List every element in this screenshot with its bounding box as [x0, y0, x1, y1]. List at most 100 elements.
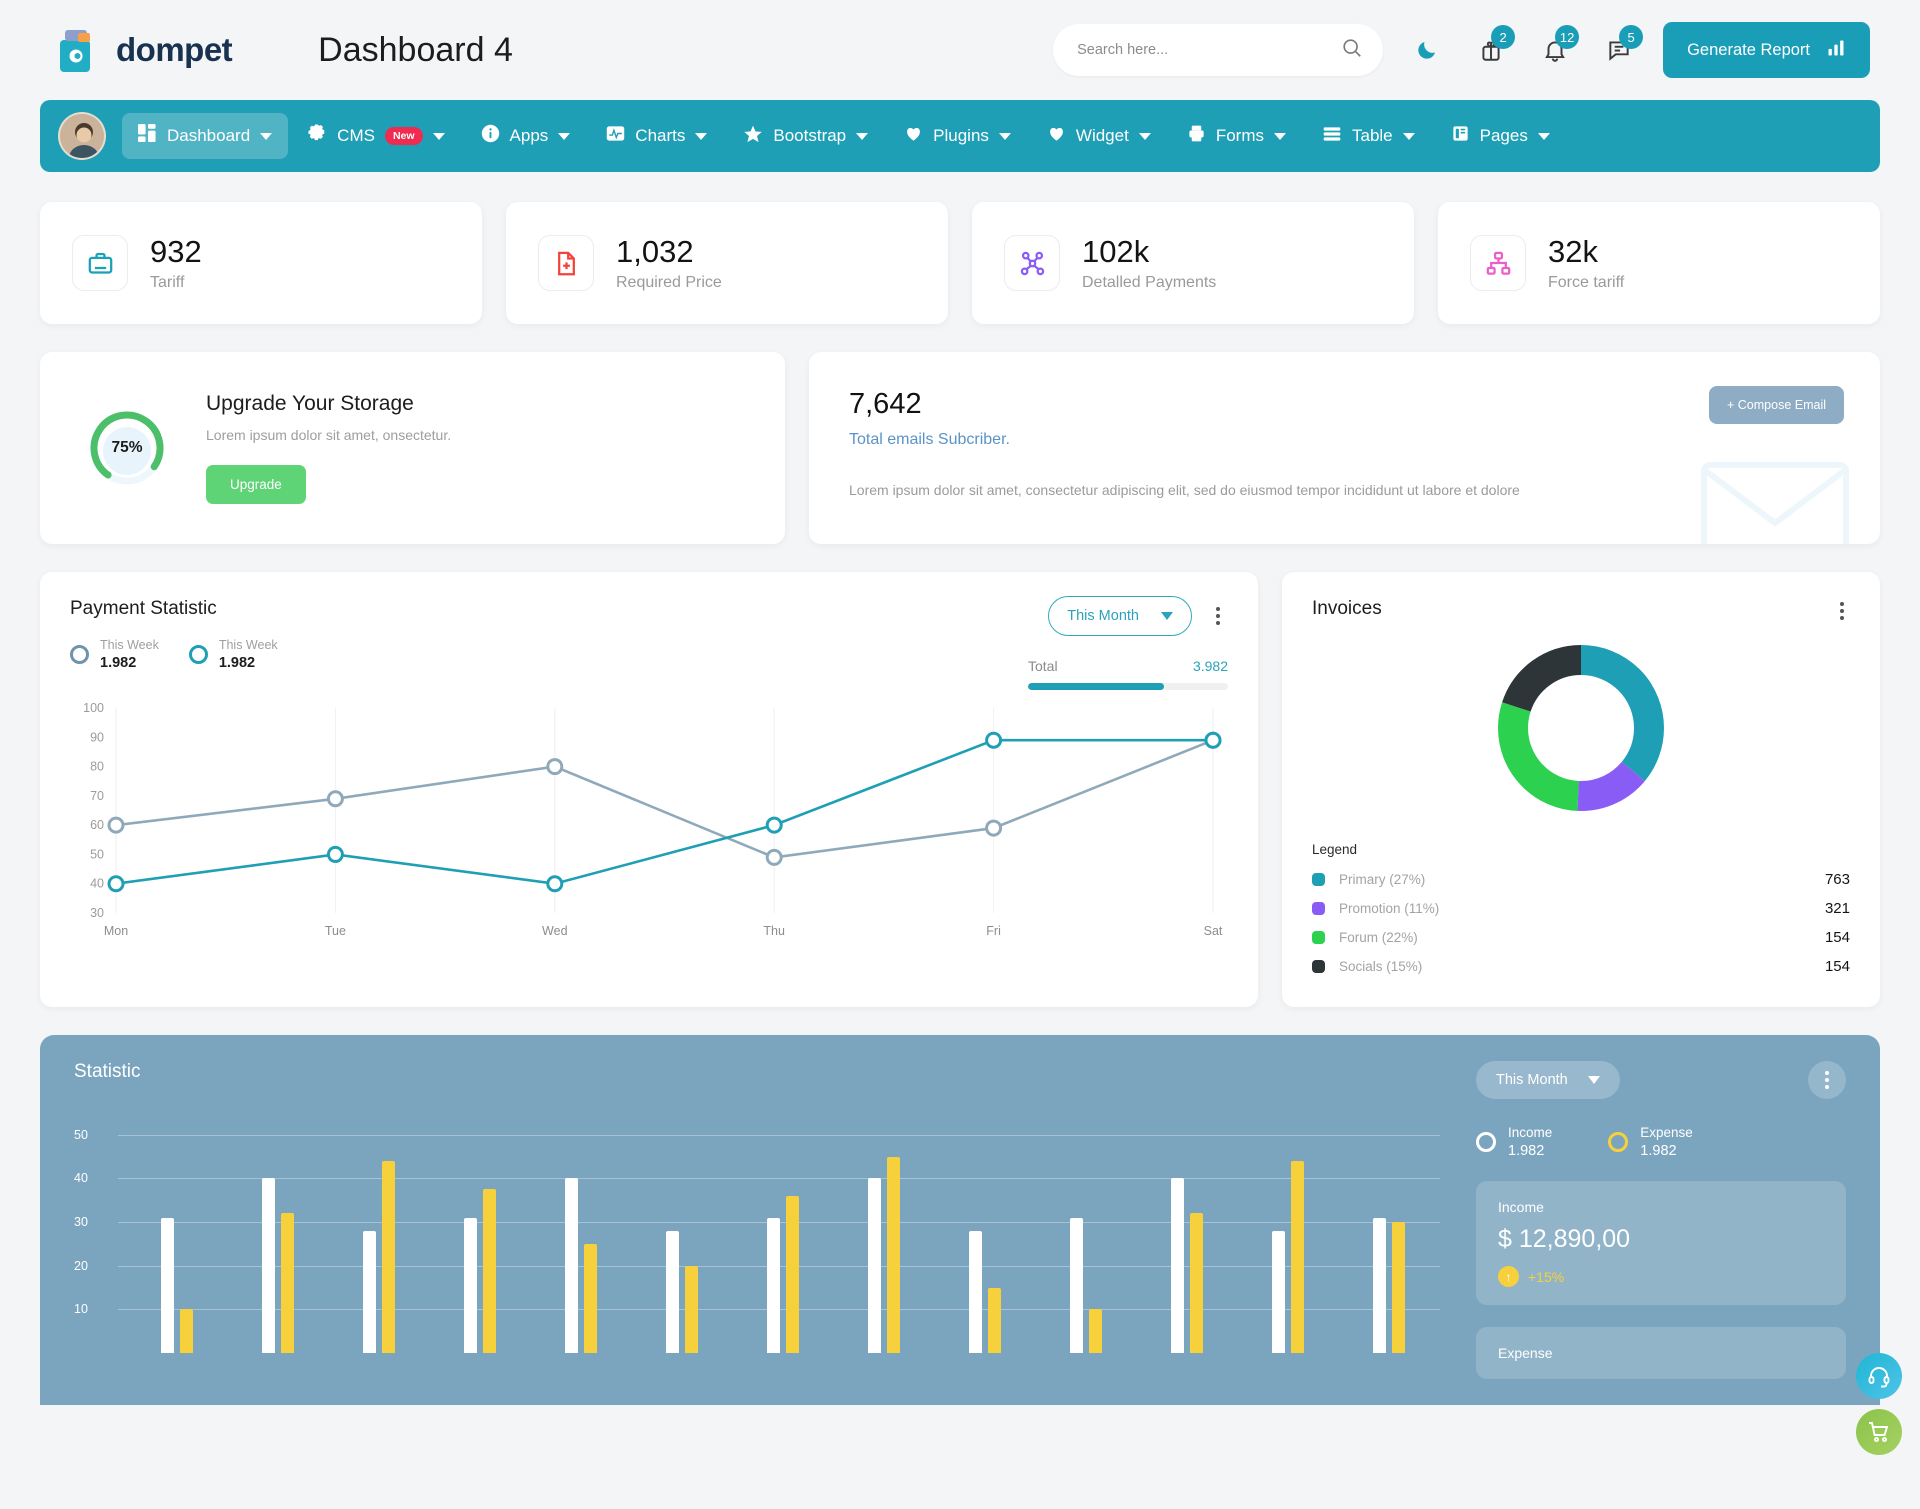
legend-ring-icon — [1476, 1132, 1496, 1152]
legend-item[interactable]: This Week 1.982 — [188, 636, 278, 672]
message-badge: 5 — [1619, 25, 1644, 49]
shopping-cart-icon[interactable] — [1856, 1409, 1902, 1455]
moon-icon[interactable] — [1407, 30, 1447, 70]
income-value: $ 12,890,00 — [1498, 1225, 1631, 1253]
chevron-down-icon — [1402, 132, 1415, 140]
chevron-down-icon — [1274, 132, 1286, 140]
payment-more-menu[interactable] — [1208, 601, 1228, 631]
nav-item-bootstrap[interactable]: Bootstrap — [727, 113, 884, 160]
nav-item-apps[interactable]: Apps — [465, 113, 587, 159]
legend-item[interactable]: This Week 1.982 — [70, 636, 159, 672]
storage-progress-ring: 75% — [84, 405, 170, 491]
statistic-bar-chart: 10 20 30 40 50 — [74, 1113, 1450, 1353]
stat-card-detailed-payments[interactable]: 102k Detalled Payments — [972, 202, 1414, 324]
bar — [887, 1156, 901, 1353]
svg-text:Wed: Wed — [542, 924, 568, 938]
generate-report-button[interactable]: Generate Report — [1663, 22, 1870, 78]
search-icon[interactable] — [1341, 37, 1363, 64]
statistic-legend: Income 1.982 Expense 1.982 — [1476, 1125, 1846, 1159]
search-box[interactable] — [1053, 24, 1384, 76]
legend-row[interactable]: Primary (27%) 763 — [1312, 871, 1850, 888]
network-icon — [1004, 235, 1060, 291]
legend-color-dot — [1312, 873, 1325, 886]
bar — [261, 1178, 275, 1353]
statistic-title: Statistic — [74, 1061, 141, 1082]
legend-value: 1.982 — [100, 655, 137, 671]
nav-item-forms[interactable]: Forms — [1171, 113, 1302, 159]
bar-group — [126, 1217, 227, 1353]
total-label: Total — [1028, 658, 1058, 674]
stat-label: Required Price — [616, 274, 722, 292]
pulse-icon — [606, 124, 625, 148]
bar — [868, 1178, 882, 1353]
invoices-more-menu[interactable] — [1832, 596, 1852, 626]
bell-badge: 12 — [1555, 25, 1580, 49]
invoices-legend: Primary (27%) 763 Promotion (11%) 321 Forum … — [1312, 871, 1850, 975]
svg-text:60: 60 — [90, 818, 104, 832]
briefcase-icon — [72, 235, 128, 291]
message-icon[interactable]: 5 — [1599, 25, 1644, 70]
legend-header: Legend — [1312, 842, 1358, 857]
legend-label: Socials (15%) — [1339, 959, 1423, 974]
bar — [767, 1217, 780, 1353]
statistic-period-select[interactable]: This Month — [1476, 1061, 1620, 1099]
stat-label: Force tariff — [1548, 274, 1625, 292]
nav-item-widget[interactable]: Widget — [1031, 113, 1167, 159]
legend-label: Income — [1508, 1125, 1553, 1140]
legend-row[interactable]: Forum (22%) 154 — [1312, 929, 1850, 946]
search-input[interactable] — [1077, 42, 1342, 58]
bar — [381, 1161, 395, 1353]
nav-item-dashboard[interactable]: Dashboard — [122, 113, 289, 159]
avatar[interactable] — [58, 112, 106, 160]
legend-row[interactable]: Promotion (11%) 321 — [1312, 900, 1850, 917]
statistic-more-menu[interactable] — [1808, 1061, 1846, 1099]
total-value: 3.982 — [1192, 658, 1228, 674]
nav-item-pages[interactable]: Pages — [1435, 113, 1566, 159]
bar — [684, 1265, 698, 1353]
payment-statistic-card: Payment Statistic This Week 1.982 This W… — [40, 572, 1258, 1007]
payment-line-chart: 30 40 50 60 70 80 90 100 Mon Tue Wed Thu Fri Sat — [70, 698, 1228, 948]
file-plus-icon — [538, 235, 594, 291]
grid-icon — [138, 124, 157, 148]
bar — [665, 1230, 679, 1353]
invoices-card: Invoices Legend Primary (27%) 763 Promotio… — [1282, 572, 1880, 1007]
nav-item-table[interactable]: Table — [1306, 113, 1431, 160]
email-count: 7,642 — [849, 388, 922, 420]
stat-card-tariff[interactable]: 932 Tariff — [40, 202, 482, 324]
bar — [1070, 1217, 1084, 1353]
svg-text:50: 50 — [90, 847, 104, 861]
compose-email-button[interactable]: + Compose Email — [1709, 386, 1844, 424]
heart-icon — [1047, 124, 1066, 148]
legend-row[interactable]: Socials (15%) 154 — [1312, 958, 1850, 975]
axis-tick-label: 10 — [74, 1302, 88, 1317]
legend-item-expense[interactable]: Expense 1.982 — [1608, 1125, 1693, 1159]
stat-value: 932 — [150, 233, 202, 269]
svg-text:100: 100 — [83, 701, 104, 715]
stat-card-force-tariff[interactable]: 32k Force tariff — [1438, 202, 1880, 324]
bar — [583, 1243, 597, 1353]
legend-item-income[interactable]: Income 1.982 — [1476, 1125, 1552, 1159]
total-progress-bar — [1028, 683, 1228, 690]
support-headset-icon[interactable] — [1856, 1353, 1902, 1399]
bar — [1373, 1217, 1387, 1353]
page-title: Dashboard 4 — [318, 30, 513, 69]
chevron-down-icon — [1138, 132, 1151, 140]
nav-item-plugins[interactable]: Plugins — [888, 113, 1027, 159]
period-select[interactable]: This Month — [1048, 596, 1192, 636]
bell-icon[interactable]: 12 — [1535, 25, 1580, 70]
nav-label: Pages — [1479, 126, 1528, 145]
statistic-side-panel: This Month Income 1.982 Expense 1.982 In… — [1476, 1061, 1846, 1379]
brand-logo[interactable]: dompet — [56, 26, 233, 74]
legend-label: This Week — [100, 638, 159, 652]
main-navbar: Dashboard CMS New Apps Charts Bootstrap — [40, 100, 1880, 172]
chevron-down-icon — [558, 132, 571, 140]
stat-card-required-price[interactable]: 1,032 Required Price — [506, 202, 948, 324]
upgrade-button[interactable]: Upgrade — [206, 465, 306, 504]
nav-item-cms[interactable]: CMS New — [292, 113, 460, 159]
statistic-period-label: This Month — [1496, 1072, 1568, 1088]
top-header: dompet Dashboard 4 2 12 — [0, 0, 1920, 100]
gift-icon[interactable]: 2 — [1471, 25, 1516, 70]
nav-item-charts[interactable]: Charts — [590, 113, 723, 159]
legend-label: Primary (27%) — [1339, 872, 1426, 887]
payment-controls: This Month Total 3.982 — [1028, 596, 1228, 690]
